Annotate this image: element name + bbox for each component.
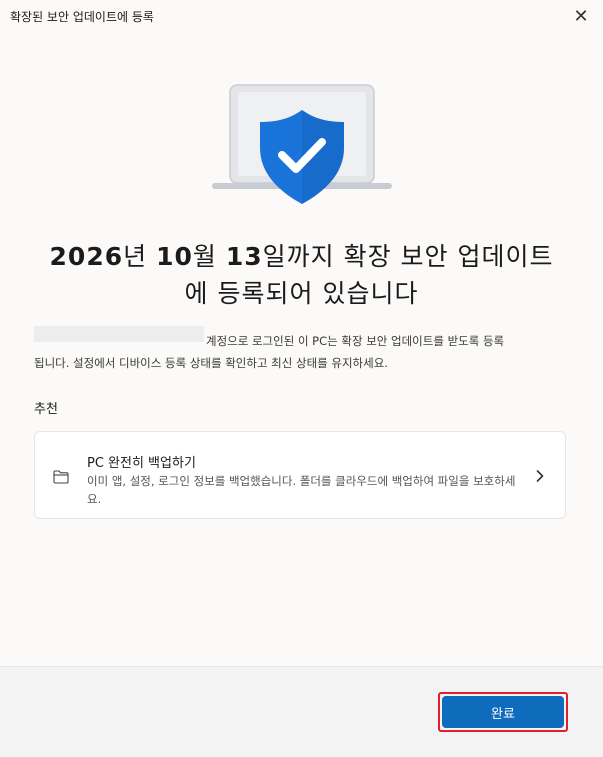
title-day: 13: [225, 242, 263, 271]
title-year-unit: 년: [123, 242, 157, 271]
description-text: 계정으로 로그인된 이 PC는 확장 보안 업데이트를 받도록 등록 됩니다. …: [34, 330, 572, 374]
card-title: PC 완전히 백업하기: [87, 456, 196, 471]
title-line-2: 에 등록되어 있습니다: [184, 279, 419, 308]
folder-icon: [53, 469, 69, 484]
description-line-1: 계정으로 로그인된 이 PC는 확장 보안 업데이트를 받도록 등록: [206, 334, 505, 348]
title-year: 2026: [49, 242, 124, 271]
title-bar: 확장된 보안 업데이트에 등록 ✕: [0, 0, 603, 32]
page-title: 2026년 10월 13일까지 확장 보안 업데이트 에 등록되어 있습니다: [20, 238, 583, 312]
done-button[interactable]: 완료: [442, 696, 564, 728]
title-rest: 일까지 확장 보안 업데이트: [262, 242, 554, 271]
close-icon: ✕: [573, 5, 589, 27]
recommendations-label: 추천: [34, 402, 58, 417]
description-line-2: 됩니다. 설정에서 디바이스 등록 상태를 확인하고 최신 상태를 유지하세요.: [34, 356, 388, 370]
backup-pc-card[interactable]: PC 완전히 백업하기 이미 앱, 설정, 로그인 정보를 백업했습니다. 폴더…: [34, 431, 566, 519]
laptop-shield-check-icon: [212, 82, 392, 210]
title-line-1: 2026년 10월 13일까지 확장 보안 업데이트: [20, 238, 583, 275]
chevron-right-icon: [535, 468, 545, 482]
close-button[interactable]: ✕: [565, 2, 597, 30]
card-description: 이미 앱, 설정, 로그인 정보를 백업했습니다. 폴더를 클라우드에 백업하여…: [87, 474, 516, 506]
title-month-unit: 월: [192, 242, 226, 271]
title-month: 10: [156, 242, 193, 271]
window-title: 확장된 보안 업데이트에 등록: [10, 10, 154, 24]
